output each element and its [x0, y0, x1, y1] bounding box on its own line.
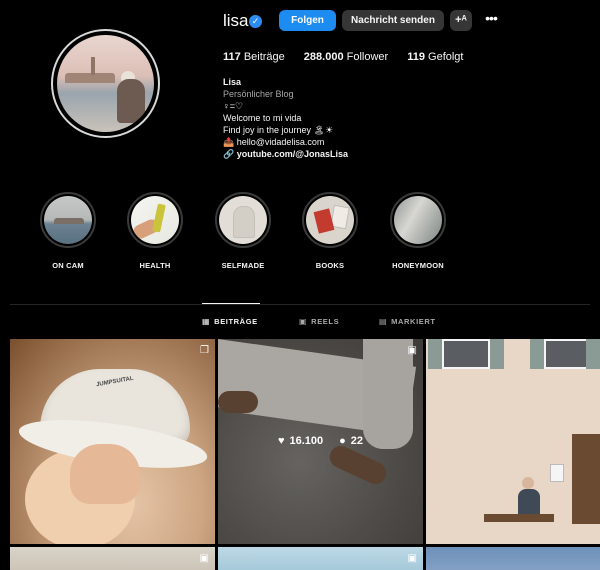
stat-posts-count: 117	[223, 51, 241, 63]
post-hand	[70, 444, 140, 504]
stat-following-count: 119	[407, 51, 425, 63]
bio-name: Lisa	[223, 77, 242, 87]
highlight-books[interactable]: BOOKS	[302, 192, 358, 270]
highlight-honeymoon[interactable]: HONEYMOON	[390, 192, 446, 270]
reel-icon: ▣	[407, 553, 417, 564]
avatar-tower	[91, 57, 95, 75]
active-tab-indicator	[202, 303, 260, 304]
highlight-label: HONEYMOON	[392, 261, 444, 270]
post-window	[544, 339, 592, 369]
tagged-icon: ▤	[379, 317, 388, 326]
tab-reels-label: REELS	[311, 317, 340, 326]
bio-email: 📤 hello@vidadelisa.com	[223, 137, 325, 147]
profile-avatar[interactable]	[51, 29, 160, 138]
highlight-on-cam[interactable]: ON CAM	[40, 192, 96, 270]
highlight-label: BOOKS	[315, 261, 345, 270]
tab-tagged-label: MARKIERT	[391, 317, 436, 326]
message-button[interactable]: Nachricht senden	[342, 10, 444, 31]
highlight-cover	[44, 196, 92, 244]
profile-stats: 117 Beiträge 288.000 Follower 119 Gefolg…	[223, 51, 482, 63]
post-shutter	[490, 339, 504, 369]
profile-username: lisa	[223, 11, 249, 30]
stat-posts-label: Beiträge	[243, 51, 285, 63]
comment-icon: ●	[339, 435, 346, 447]
bio-line-2: Welcome to mi vida	[223, 113, 302, 123]
highlight-ring	[40, 192, 96, 248]
post-tile[interactable]	[426, 547, 600, 570]
tab-reels[interactable]: ▣ REELS	[299, 317, 339, 326]
bio-category: Persönlicher Blog	[223, 89, 294, 99]
stat-following[interactable]: 119 Gefolgt	[407, 51, 463, 63]
post-tile-hovered[interactable]: ♥ 16.100 ● 22 ▣	[218, 339, 423, 544]
reel-icon: ▣	[407, 345, 417, 356]
post-tile[interactable]: ▣	[218, 547, 423, 570]
heart-icon: ♥	[277, 435, 285, 447]
post-shutter	[586, 339, 600, 369]
reel-icon: ▣	[199, 553, 209, 564]
stat-followers-count: 288.000	[303, 51, 344, 63]
verified-badge-icon: ✓	[249, 15, 262, 28]
tab-posts[interactable]: ▦ BEITRÄGE	[202, 317, 258, 326]
highlight-ring	[215, 192, 271, 248]
avatar-photo	[57, 35, 154, 132]
highlight-label: ON CAM	[52, 261, 84, 270]
stat-posts[interactable]: 117 Beiträge	[223, 51, 285, 63]
highlight-ring	[302, 192, 358, 248]
reels-icon: ▣	[299, 317, 308, 326]
avatar-town	[65, 73, 115, 83]
highlight-cover	[306, 196, 354, 244]
grid-icon: ▦	[202, 317, 211, 326]
likes-count: 16.100	[289, 435, 324, 447]
follow-button[interactable]: Folgen	[279, 10, 336, 31]
highlight-cover	[131, 196, 179, 244]
highlight-cover	[394, 196, 442, 244]
highlight-health[interactable]: HEALTH	[127, 192, 183, 270]
bio-line-1: ♀=♡	[223, 101, 244, 111]
tab-tagged[interactable]: ▤ MARKIERT	[379, 317, 436, 326]
post-bench	[484, 514, 554, 522]
post-meter	[550, 464, 564, 482]
post-shutter	[530, 339, 544, 369]
stat-followers-label: Follower	[346, 51, 389, 63]
post-shutter	[428, 339, 442, 369]
suggest-accounts-button[interactable]: +ᴬ	[450, 10, 472, 31]
comments-count: 22	[350, 435, 364, 447]
post-tile[interactable]: JUMPSUITAL ❐	[10, 339, 215, 544]
bio-link-text[interactable]: youtube.com/@JonasLisa	[237, 149, 348, 159]
more-options-icon[interactable]: •••	[483, 11, 499, 28]
post-hover-stats: ♥ 16.100 ● 22	[218, 435, 423, 447]
tab-posts-label: BEITRÄGE	[214, 317, 258, 326]
highlight-cover	[219, 196, 267, 244]
link-icon: 🔗	[223, 149, 235, 159]
comments-stat: ● 22	[339, 435, 363, 447]
highlight-selfmade[interactable]: SELFMADE	[215, 192, 271, 270]
stat-followers[interactable]: 288.000 Follower	[304, 51, 388, 63]
bio-link[interactable]: 🔗 youtube.com/@JonasLisa	[223, 148, 348, 160]
profile-bio: Lisa Persönlicher Blog ♀=♡ Welcome to mi…	[223, 76, 348, 160]
highlight-label: SELFMADE	[221, 261, 265, 270]
stat-following-label: Gefolgt	[428, 51, 464, 63]
bio-line-3: Find joy in the journey 🏝☀	[223, 125, 334, 135]
post-person-head	[522, 477, 534, 489]
likes-stat: ♥ 16.100	[278, 435, 323, 447]
post-tile[interactable]	[426, 339, 600, 544]
post-tile[interactable]: ▣	[10, 547, 215, 570]
highlight-label: HEALTH	[139, 261, 171, 270]
post-door	[572, 434, 600, 524]
carousel-icon: ❐	[200, 345, 209, 356]
highlight-ring	[127, 192, 183, 248]
tabs-divider	[10, 304, 590, 305]
post-window	[442, 339, 490, 369]
avatar-person	[117, 79, 145, 123]
highlight-ring	[390, 192, 446, 248]
